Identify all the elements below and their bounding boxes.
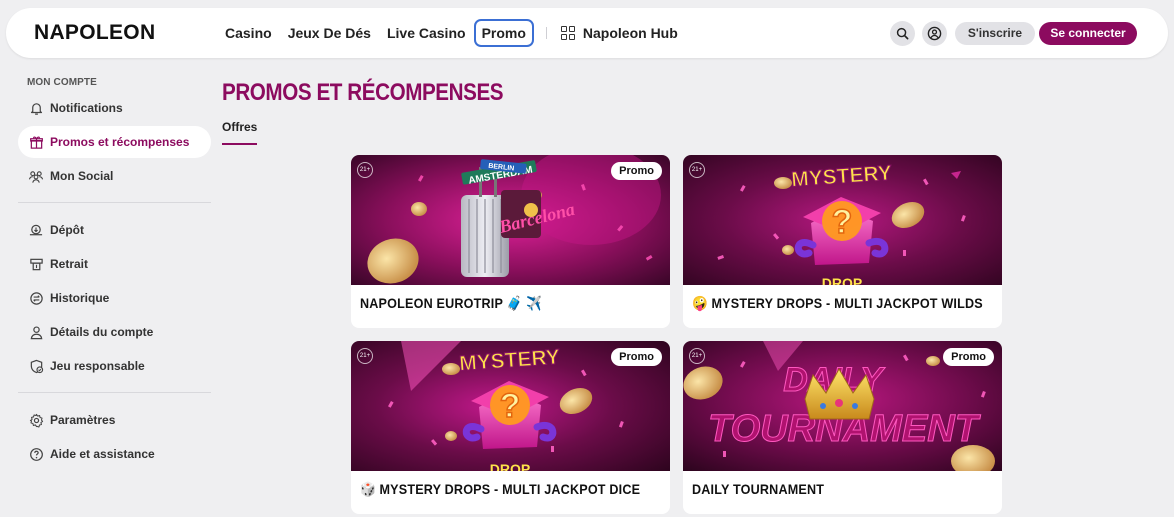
sidebar-item-label: Mon Social: [50, 169, 114, 183]
age-restriction-icon: 21+: [357, 348, 373, 364]
sidebar-item-promos[interactable]: Promos et récompenses: [18, 126, 211, 158]
top-header: NAPOLEON Casino Jeux De Dés Live Casino …: [6, 8, 1168, 58]
sidebar-item-label: Promos et récompenses: [50, 135, 190, 149]
sidebar-item-mon-social[interactable]: Mon Social: [18, 160, 211, 192]
nav-separator: [545, 27, 547, 39]
tab-offres[interactable]: Offres: [222, 120, 257, 134]
promo-card-image: AMSTERDAM BERLIN Barcelona 21+ Promo: [351, 155, 670, 285]
svg-text:?: ?: [500, 387, 521, 425]
age-restriction-icon: 21+: [689, 162, 705, 178]
sidebar-item-details-compte[interactable]: Détails du compte: [18, 316, 211, 348]
sidebar-item-label: Détails du compte: [50, 325, 154, 339]
promo-card-title: 🎲 MYSTERY DROPS - MULTI JACKPOT DICE: [360, 479, 640, 499]
sidebar-item-depot[interactable]: Dépôt: [18, 214, 211, 246]
sidebar-section-title: MON COMPTE: [27, 77, 97, 88]
withdraw-icon: [28, 256, 44, 272]
sidebar-item-label: Aide et assistance: [50, 447, 155, 461]
sidebar-item-parametres[interactable]: Paramètres: [18, 404, 211, 436]
hub-label: Napoleon Hub: [582, 25, 678, 41]
zany-face-emoji: 🤪: [692, 294, 708, 311]
promo-card-image: MYSTERY ? DROP 21+ Promo: [351, 341, 670, 471]
sidebar-item-retrait[interactable]: Retrait: [18, 248, 211, 280]
tab-active-indicator: [222, 143, 257, 145]
search-button[interactable]: [890, 21, 915, 46]
nav-item-jeux-de-des[interactable]: Jeux De Dés: [280, 19, 379, 47]
promo-badge: Promo: [611, 162, 662, 180]
help-icon: [28, 446, 44, 462]
user-icon: [28, 324, 44, 340]
sidebar-item-label: Dépôt: [50, 223, 84, 237]
promo-card-title-text: MYSTERY DROPS - MULTI JACKPOT DICE: [379, 481, 641, 497]
promo-card[interactable]: MYSTERY ? DROP 21+ Promo 🎲 MYSTERY DROPS…: [351, 341, 670, 514]
grid-icon: [560, 26, 575, 40]
search-icon: [896, 27, 909, 40]
promo-card-title: 🤪 MYSTERY DROPS - MULTI JACKPOT WILDS: [692, 293, 983, 313]
svg-text:?: ?: [832, 203, 853, 241]
main-nav: Casino Jeux De Dés Live Casino Promo Nap…: [217, 19, 678, 47]
deposit-icon: [28, 222, 44, 238]
dice-emoji: 🎲: [360, 480, 376, 497]
nav-item-promo[interactable]: Promo: [473, 19, 534, 47]
page-title: PROMOS ET RÉCOMPENSES: [222, 79, 504, 106]
promo-card-title-text: NAPOLEON EUROTRIP: [360, 295, 504, 311]
promo-card-title-text: MYSTERY DROPS - MULTI JACKPOT WILDS: [711, 295, 983, 311]
sidebar-item-historique[interactable]: Historique: [18, 282, 211, 314]
sidebar-item-jeu-responsable[interactable]: Jeu responsable: [18, 350, 211, 382]
sidebar-item-label: Paramètres: [50, 413, 116, 427]
gift-icon: [28, 134, 44, 150]
history-icon: [28, 290, 44, 306]
user-circle-icon: [927, 26, 942, 41]
register-button[interactable]: S'inscrire: [955, 22, 1035, 45]
napoleon-hub-link[interactable]: Napoleon Hub: [560, 25, 678, 41]
sidebar-item-aide[interactable]: Aide et assistance: [18, 438, 211, 470]
nav-item-casino[interactable]: Casino: [217, 19, 280, 47]
shield-check-icon: [28, 358, 44, 374]
sidebar-item-label: Retrait: [50, 257, 89, 271]
sidebar-item-notifications[interactable]: Notifications: [18, 92, 211, 124]
age-restriction-icon: 21+: [689, 348, 705, 364]
promo-card[interactable]: DAILY TOURNAMENT 21+ Promo DAILY TOURNAM…: [683, 341, 1002, 514]
account-sidebar: MON COMPTE Notifications Promos et récom…: [18, 76, 211, 470]
bell-icon: [28, 100, 44, 116]
promo-card-title-text: DAILY TOURNAMENT: [692, 481, 825, 497]
promo-card[interactable]: MYSTERY ? DROP 21+ 🤪 MYSTERY DROPS - MUL…: [683, 155, 1002, 328]
promo-badge: Promo: [943, 348, 994, 366]
sidebar-item-label: Jeu responsable: [50, 359, 145, 373]
luggage-plane-emoji: 🧳 ✈️: [506, 294, 543, 311]
brand-logo[interactable]: NAPOLEON: [34, 21, 155, 45]
promo-badge: Promo: [611, 348, 662, 366]
people-icon: [28, 168, 44, 184]
art-drop-text: DROP: [822, 275, 862, 285]
nav-item-live-casino[interactable]: Live Casino: [379, 19, 474, 47]
promo-card-image: DAILY TOURNAMENT 21+ Promo: [683, 341, 1002, 471]
promo-card-image: MYSTERY ? DROP 21+: [683, 155, 1002, 285]
age-restriction-icon: 21+: [357, 162, 373, 178]
promo-card-title: DAILY TOURNAMENT: [692, 479, 824, 499]
gear-icon: [28, 412, 44, 428]
sidebar-item-label: Notifications: [50, 101, 123, 115]
account-button[interactable]: [922, 21, 947, 46]
promo-card[interactable]: AMSTERDAM BERLIN Barcelona 21+ Promo NAP…: [351, 155, 670, 328]
sidebar-item-label: Historique: [50, 291, 110, 305]
art-drop-text: DROP: [490, 461, 530, 471]
promo-card-title: NAPOLEON EUROTRIP 🧳 ✈️: [360, 293, 546, 313]
login-button[interactable]: Se connecter: [1039, 22, 1137, 45]
